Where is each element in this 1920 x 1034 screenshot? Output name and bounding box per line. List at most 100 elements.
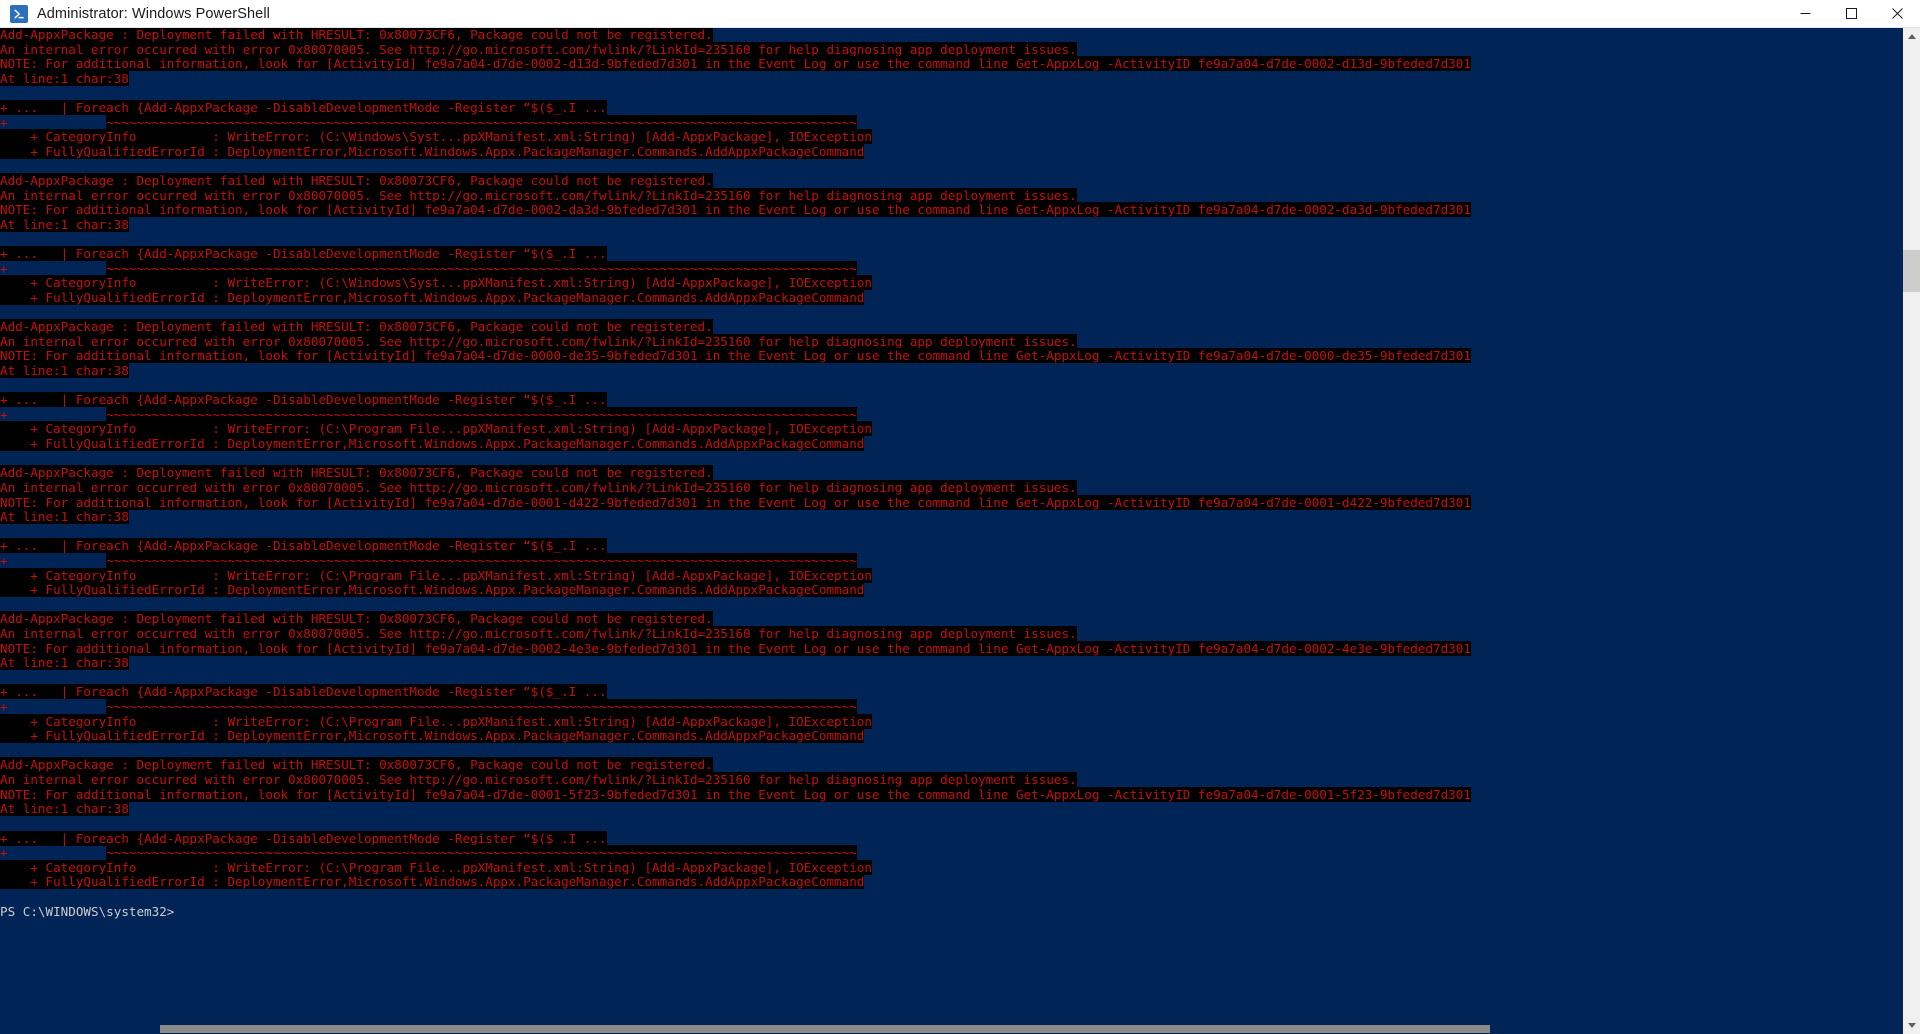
scroll-down-icon [1907,1023,1916,1028]
error-header-line: Add-AppxPackage : Deployment failed with… [0,465,1471,481]
error-context-text: + ... | Foreach {Add-AppxPackage -Disabl… [0,830,607,846]
maximize-icon [1845,8,1857,19]
error-errorid-line: + FullyQualifiedErrorId : DeploymentErro… [0,728,1471,744]
error-errorid-line: + FullyQualifiedErrorId : DeploymentErro… [0,143,1471,160]
horizontal-scrollbar-thumb[interactable] [160,1025,1490,1033]
error-header-text: Add-AppxPackage : Deployment failed with… [0,173,713,189]
error-category-text: + CategoryInfo : WriteError: (C:\Program… [0,859,872,875]
console-prompt[interactable]: PS C:\WINDOWS\system32> [0,904,1471,920]
close-icon [1891,8,1903,19]
scrollbar-track[interactable] [1903,45,1920,1017]
error-category-text: + CategoryInfo : WriteError: (C:\Program… [0,567,872,583]
error-header-line: Add-AppxPackage : Deployment failed with… [0,28,1471,43]
console-line-list: Add-AppxPackage : Deployment failed with… [0,28,1471,919]
error-squiggle-line: + ~~~~~~~~~~~~~~~~~~~~~~~~~~~~~~~~~~~~~~… [0,699,1471,715]
squiggle-pad: + [0,845,107,861]
error-blank-line [0,306,1471,321]
error-internal-line: An internal error occurred with error 0x… [0,625,1471,642]
error-errorid-text: + FullyQualifiedErrorId : DeploymentErro… [0,874,865,890]
scrollbar-thumb[interactable] [1903,250,1920,292]
console-output[interactable]: Add-AppxPackage : Deployment failed with… [0,28,1903,1034]
scroll-up-icon [1907,34,1916,39]
error-context-line: + ... | Foreach {Add-AppxPackage -Disabl… [0,538,1471,554]
error-errorid-line: + FullyQualifiedErrorId : DeploymentErro… [0,874,1471,890]
error-note-line: NOTE: For additional information, look f… [0,786,1471,803]
error-internal-text: An internal error occurred with error 0x… [0,479,1077,495]
error-blank-line [0,233,1471,248]
error-internal-line: An internal error occurred with error 0x… [0,772,1471,788]
error-blank-line [0,671,1471,686]
error-context-text: + ... | Foreach {Add-AppxPackage -Disabl… [0,100,607,116]
error-errorid-text: + FullyQualifiedErrorId : DeploymentErro… [0,436,865,452]
error-blank-line [0,525,1471,540]
error-internal-text: An internal error occurred with error 0x… [0,333,1077,349]
error-atline-text: At line:1 char:38 [0,801,129,817]
error-context-text: + ... | Foreach {Add-AppxPackage -Disabl… [0,246,607,262]
error-category-line: + CategoryInfo : WriteError: (C:\Program… [0,567,1471,584]
error-errorid-text: + FullyQualifiedErrorId : DeploymentErro… [0,728,865,744]
squiggle-underline: ~~~~~~~~~~~~~~~~~~~~~~~~~~~~~~~~~~~~~~~~… [106,114,857,130]
error-internal-line: An internal error occurred with error 0x… [0,479,1471,496]
error-errorid-text: + FullyQualifiedErrorId : DeploymentErro… [0,143,865,159]
window-controls [1782,0,1920,28]
error-atline-text: At line:1 char:38 [0,363,129,379]
squiggle-underline: ~~~~~~~~~~~~~~~~~~~~~~~~~~~~~~~~~~~~~~~~… [106,699,857,715]
error-blank-line [0,86,1471,101]
error-atline-line: At line:1 char:38 [0,509,1471,525]
close-button[interactable] [1874,0,1920,28]
error-category-text: + CategoryInfo : WriteError: (C:\Windows… [0,275,872,291]
error-atline-text: At line:1 char:38 [0,70,129,86]
error-note-text: NOTE: For additional information, look f… [0,348,1471,364]
error-category-line: + CategoryInfo : WriteError: (C:\Windows… [0,275,1471,291]
error-internal-line: An internal error occurred with error 0x… [0,187,1471,204]
squiggle-underline: ~~~~~~~~~~~~~~~~~~~~~~~~~~~~~~~~~~~~~~~~… [106,406,857,422]
error-errorid-line: + FullyQualifiedErrorId : DeploymentErro… [0,582,1471,598]
error-errorid-text: + FullyQualifiedErrorId : DeploymentErro… [0,582,865,598]
horizontal-scrollbar[interactable] [0,1024,1903,1034]
error-squiggle-line: + ~~~~~~~~~~~~~~~~~~~~~~~~~~~~~~~~~~~~~~… [0,406,1471,423]
error-note-text: NOTE: For additional information, look f… [0,640,1471,656]
error-internal-text: An internal error occurred with error 0x… [0,187,1077,203]
error-header-text: Add-AppxPackage : Deployment failed with… [0,28,713,42]
error-internal-line: An internal error occurred with error 0x… [0,333,1471,350]
error-header-line: Add-AppxPackage : Deployment failed with… [0,611,1471,627]
error-header-text: Add-AppxPackage : Deployment failed with… [0,757,713,773]
scroll-up-button[interactable] [1903,28,1920,45]
error-internal-text: An internal error occurred with error 0x… [0,772,1077,788]
maximize-button[interactable] [1828,0,1874,28]
error-blank-line [0,452,1471,467]
squiggle-pad: + [0,406,107,422]
error-blank-line [0,817,1471,832]
error-note-line: NOTE: For additional information, look f… [0,56,1471,72]
squiggle-pad: + [0,699,107,715]
error-errorid-line: + FullyQualifiedErrorId : DeploymentErro… [0,289,1471,306]
console-window: Add-AppxPackage : Deployment failed with… [0,28,1920,1034]
error-note-line: NOTE: For additional information, look f… [0,640,1471,657]
error-header-text: Add-AppxPackage : Deployment failed with… [0,465,713,481]
error-category-text: + CategoryInfo : WriteError: (C:\Program… [0,713,872,729]
error-category-line: + CategoryInfo : WriteError: (C:\Windows… [0,129,1471,145]
squiggle-underline: ~~~~~~~~~~~~~~~~~~~~~~~~~~~~~~~~~~~~~~~~… [106,552,857,568]
error-header-line: Add-AppxPackage : Deployment failed with… [0,173,1471,189]
error-internal-text: An internal error occurred with error 0x… [0,625,1077,641]
error-atline-line: At line:1 char:38 [0,363,1471,379]
squiggle-pad: + [0,552,107,568]
error-note-line: NOTE: For additional information, look f… [0,348,1471,364]
error-category-text: + CategoryInfo : WriteError: (C:\Windows… [0,129,872,145]
error-atline-line: At line:1 char:38 [0,70,1471,87]
error-errorid-line: + FullyQualifiedErrorId : DeploymentErro… [0,436,1471,452]
error-context-line: + ... | Foreach {Add-AppxPackage -Disabl… [0,392,1471,408]
error-note-line: NOTE: For additional information, look f… [0,202,1471,218]
error-context-line: + ... | Foreach {Add-AppxPackage -Disabl… [0,684,1471,700]
error-header-text: Add-AppxPackage : Deployment failed with… [0,319,713,335]
minimize-button[interactable] [1782,0,1828,28]
error-note-text: NOTE: For additional information, look f… [0,786,1471,802]
vertical-scrollbar[interactable] [1903,28,1920,1034]
error-note-text: NOTE: For additional information, look f… [0,494,1471,510]
error-errorid-text: + FullyQualifiedErrorId : DeploymentErro… [0,289,865,305]
error-blank-line [0,598,1471,613]
window-titlebar[interactable]: Administrator: Windows PowerShell [0,0,1920,28]
error-note-text: NOTE: For additional information, look f… [0,56,1471,72]
error-category-line: + CategoryInfo : WriteError: (C:\Program… [0,421,1471,437]
scroll-down-button[interactable] [1903,1017,1920,1034]
